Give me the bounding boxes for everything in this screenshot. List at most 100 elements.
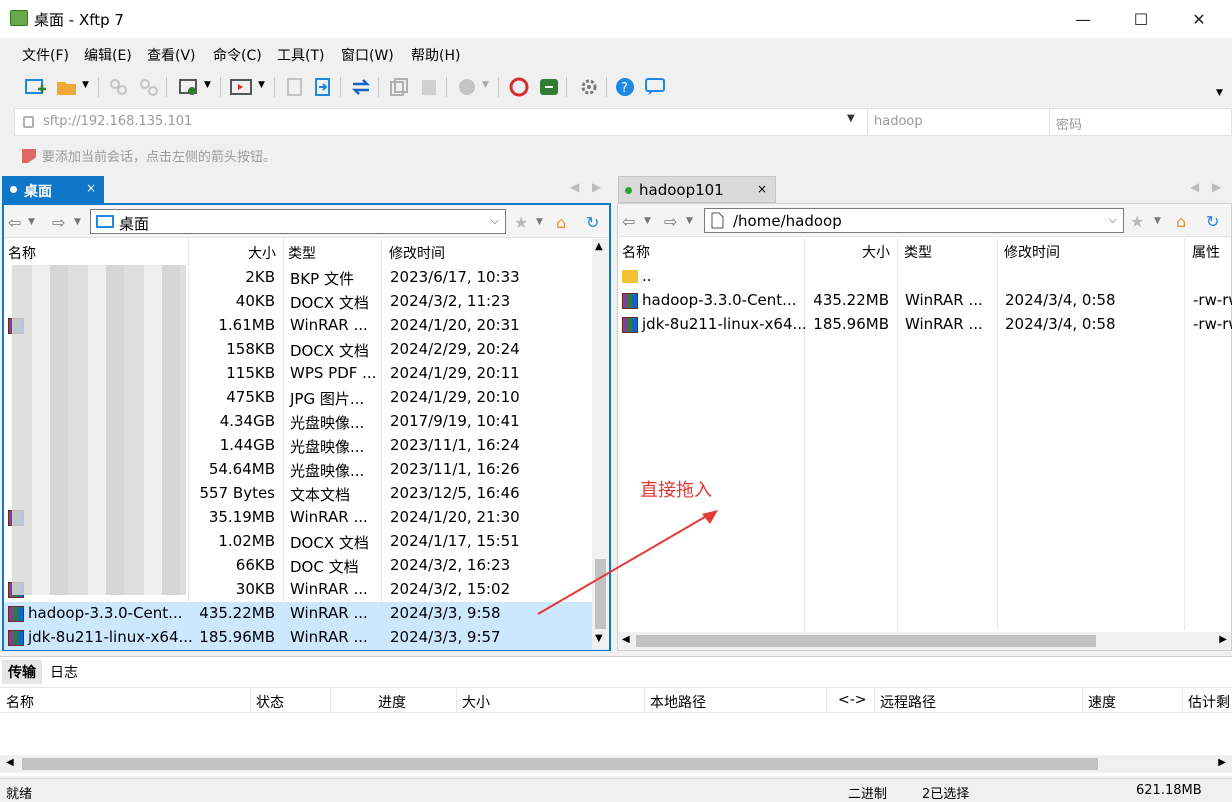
status-transfer-mode[interactable]: 二进制 — [848, 783, 887, 802]
terminal-icon[interactable] — [230, 77, 252, 97]
chevron-down-icon[interactable]: ▼ — [686, 216, 693, 226]
col-size[interactable]: 大小 — [248, 243, 276, 263]
xftp-icon[interactable] — [538, 77, 560, 97]
menu-window[interactable]: 窗口(W) — [341, 45, 394, 65]
chevron-down-icon[interactable]: ▼ — [204, 80, 211, 90]
chevron-down-icon[interactable]: ▼ — [644, 216, 651, 226]
chevron-down-icon[interactable]: ▼ — [74, 217, 81, 227]
star-icon[interactable]: ★ — [1130, 212, 1144, 231]
col-eta[interactable]: 估计剩 — [1188, 692, 1230, 712]
chevron-down-icon[interactable]: ▼ — [82, 80, 89, 90]
chevron-down-icon[interactable]: ▼ — [28, 217, 35, 227]
menu-command[interactable]: 命令(C) — [213, 45, 262, 65]
username-field[interactable]: hadoop — [867, 109, 1047, 135]
col-name[interactable]: 名称 — [8, 243, 36, 263]
scroll-down-icon[interactable]: ▼ — [595, 633, 603, 644]
refresh-icon[interactable]: ↻ — [1206, 212, 1219, 231]
remote-path-input[interactable]: /home/hadoop ⌵ — [704, 208, 1124, 233]
download-icon[interactable] — [312, 77, 334, 97]
tab-remote-hadoop101[interactable]: hadoop101 × — [618, 176, 776, 203]
path-dropdown-icon[interactable]: ⌵ — [1109, 213, 1117, 227]
paste-icon[interactable] — [418, 77, 440, 97]
connect-icon[interactable] — [108, 77, 130, 97]
col-name[interactable]: 名称 — [6, 692, 34, 712]
col-remote-path[interactable]: 远程路径 — [880, 692, 936, 712]
home-folder-icon[interactable]: ⌂ — [1176, 212, 1186, 231]
col-name[interactable]: 名称 — [622, 242, 650, 262]
tab-log[interactable]: 日志 — [44, 660, 84, 684]
tab-scroll-right-icon[interactable]: ▶ — [592, 180, 601, 194]
minimize-button[interactable]: — — [1060, 6, 1106, 32]
star-icon[interactable]: ★ — [514, 213, 528, 232]
menu-help[interactable]: 帮助(H) — [411, 45, 460, 65]
path-dropdown-icon[interactable]: ⌵ — [491, 214, 499, 228]
file-row[interactable]: hadoop-3.3.0-Cent... 435.22MB WinRAR ... 20… — [4, 602, 609, 626]
back-arrow-icon[interactable]: ⇦ — [8, 213, 21, 232]
chevron-down-icon[interactable]: ▼ — [536, 217, 543, 227]
file-row[interactable]: .. — [618, 265, 1231, 289]
host-input[interactable]: sftp://192.168.135.101 — [43, 114, 192, 129]
close-window-button[interactable]: ✕ — [1176, 6, 1222, 32]
col-status[interactable]: 状态 — [256, 692, 284, 712]
sync-icon[interactable] — [350, 77, 372, 97]
tab-local-desktop[interactable]: 桌面 × — [2, 176, 104, 203]
bookmark-arrow-icon[interactable] — [22, 149, 36, 163]
col-size[interactable]: 大小 — [462, 692, 490, 712]
col-local-path[interactable]: 本地路径 — [650, 692, 706, 712]
chat-icon[interactable] — [644, 77, 666, 97]
file-row[interactable]: hadoop-3.3.0-Cent... 435.22MB WinRAR ... 20… — [618, 289, 1232, 313]
gear-icon[interactable] — [578, 77, 600, 97]
col-type[interactable]: 类型 — [904, 242, 932, 262]
remote-horizontal-scrollbar[interactable]: ◀ ▶ — [618, 632, 1231, 650]
col-attributes[interactable]: 属性 — [1192, 242, 1220, 262]
forward-arrow-icon[interactable]: ⇨ — [52, 213, 65, 232]
globe-icon[interactable] — [456, 77, 478, 97]
host-dropdown-icon[interactable]: ▼ — [847, 113, 855, 124]
tab-transfer[interactable]: 传输 — [2, 660, 42, 684]
new-session-icon[interactable] — [24, 77, 46, 97]
tab-scroll-right-icon[interactable]: ▶ — [1212, 180, 1221, 194]
password-field[interactable]: 密码 — [1049, 109, 1232, 135]
tab-close-button[interactable]: × — [86, 181, 96, 195]
col-progress[interactable]: 进度 — [378, 692, 406, 712]
help-icon[interactable]: ? — [614, 77, 636, 97]
col-size[interactable]: 大小 — [862, 242, 890, 262]
local-path-input[interactable]: 桌面 ⌵ — [90, 209, 506, 234]
scroll-right-icon[interactable]: ▶ — [1218, 757, 1226, 768]
file-row[interactable]: jdk-8u211-linux-x64... 185.96MB WinRAR ...… — [618, 313, 1232, 337]
scroll-thumb[interactable] — [22, 758, 1098, 770]
scroll-thumb[interactable] — [636, 635, 1096, 647]
scroll-left-icon[interactable]: ◀ — [622, 634, 630, 645]
xshell-icon[interactable] — [508, 77, 530, 97]
open-folder-icon[interactable] — [56, 77, 78, 97]
upload-icon[interactable] — [284, 77, 306, 97]
col-modified[interactable]: 修改时间 — [1004, 242, 1060, 262]
properties-icon[interactable] — [178, 77, 200, 97]
tab-scroll-left-icon[interactable]: ◀ — [1190, 180, 1199, 194]
scroll-right-icon[interactable]: ▶ — [1219, 634, 1227, 645]
file-row[interactable]: jdk-8u211-linux-x64... 185.96MB WinRAR ...… — [4, 626, 609, 650]
col-type[interactable]: 类型 — [288, 243, 316, 263]
home-folder-icon[interactable]: ⌂ — [556, 213, 566, 232]
tab-scroll-left-icon[interactable]: ◀ — [570, 180, 579, 194]
back-arrow-icon[interactable]: ⇦ — [622, 212, 635, 231]
forward-arrow-icon[interactable]: ⇨ — [664, 212, 677, 231]
scroll-up-icon[interactable]: ▲ — [595, 241, 603, 252]
refresh-icon[interactable]: ↻ — [586, 213, 599, 232]
transfer-horizontal-scrollbar[interactable]: ◀ ▶ — [0, 755, 1232, 773]
menu-tools[interactable]: 工具(T) — [277, 45, 324, 65]
col-speed[interactable]: 速度 — [1088, 692, 1116, 712]
chevron-down-icon[interactable]: ▼ — [258, 80, 265, 90]
chevron-down-icon[interactable]: ▼ — [482, 80, 489, 90]
scroll-left-icon[interactable]: ◀ — [6, 757, 14, 768]
menu-edit[interactable]: 编辑(E) — [84, 45, 132, 65]
tab-close-button[interactable]: × — [757, 182, 767, 196]
col-direction[interactable]: <-> — [838, 692, 867, 708]
toolbar-overflow-icon[interactable]: ▼ — [1216, 88, 1223, 98]
menu-view[interactable]: 查看(V) — [147, 45, 196, 65]
copy-icon[interactable] — [388, 77, 410, 97]
menu-file[interactable]: 文件(F) — [22, 45, 69, 65]
col-modified[interactable]: 修改时间 — [389, 243, 445, 263]
maximize-button[interactable]: ☐ — [1118, 6, 1164, 32]
disconnect-icon[interactable] — [138, 77, 160, 97]
